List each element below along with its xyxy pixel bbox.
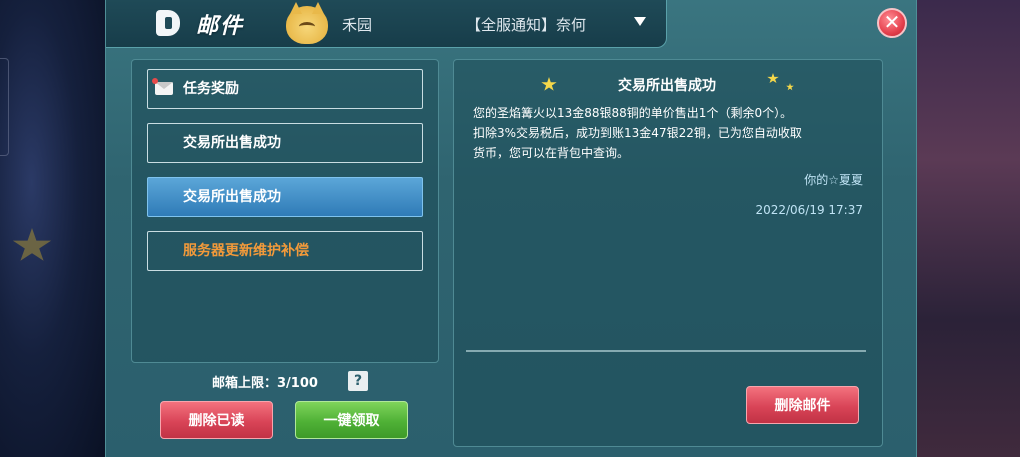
mail-subject: 交易所出售成功 <box>618 78 716 94</box>
mail-body-line: 货币，您可以在背包中查询。 <box>473 146 630 160</box>
mail-item-label: 服务器更新维护补偿 <box>183 243 309 259</box>
mail-item-label: 交易所出售成功 <box>183 135 281 151</box>
mail-body: 您的圣焰篝火以13金88银88铜的单价售出1个（剩余0个）。 扣除3%交易税后，… <box>473 103 863 163</box>
mailbox-quota: 邮箱上限：3/100 <box>212 376 318 391</box>
mail-item-trade-sold[interactable]: 交易所出售成功 <box>147 123 423 163</box>
mail-icon <box>156 10 180 36</box>
mail-item-quest-reward[interactable]: 任务奖励 <box>147 69 423 109</box>
mail-item-trade-sold-selected[interactable]: 交易所出售成功 <box>147 177 423 217</box>
mail-item-label: 任务奖励 <box>183 81 239 97</box>
mail-item-label: 交易所出售成功 <box>183 189 281 205</box>
side-tab <box>0 58 9 156</box>
divider <box>466 350 866 352</box>
help-button[interactable]: ? <box>348 371 368 391</box>
mail-body-line: 扣除3%交易税后，成功到账13金47银22铜，已为您自动收取 <box>473 126 802 140</box>
mail-date: 2022/06/19 17:37 <box>755 203 863 217</box>
chevron-down-icon[interactable] <box>634 17 646 26</box>
background-left <box>0 0 105 457</box>
mail-body-line: 您的圣焰篝火以13金88银88铜的单价售出1个（剩余0个）。 <box>473 106 793 120</box>
claim-all-button[interactable]: 一键领取 <box>295 401 408 439</box>
header-bar: 邮件 禾园 【全服通知】奈何 <box>106 0 667 48</box>
delete-read-button[interactable]: 删除已读 <box>160 401 273 439</box>
close-button[interactable]: ✕ <box>877 8 907 38</box>
page-title: 邮件 <box>196 14 245 39</box>
background-right <box>910 0 1020 457</box>
envelope-icon <box>152 78 173 95</box>
cat-avatar-icon <box>286 6 328 44</box>
ticker-partial: 禾园 <box>342 16 373 34</box>
mail-item-maintenance-compensation[interactable]: 服务器更新维护补偿 <box>147 231 423 271</box>
announcement-ticker[interactable]: 【全服通知】奈何 <box>466 14 586 35</box>
mail-sender: 你的☆夏夏 <box>804 173 863 187</box>
delete-mail-button[interactable]: 删除邮件 <box>746 386 859 424</box>
